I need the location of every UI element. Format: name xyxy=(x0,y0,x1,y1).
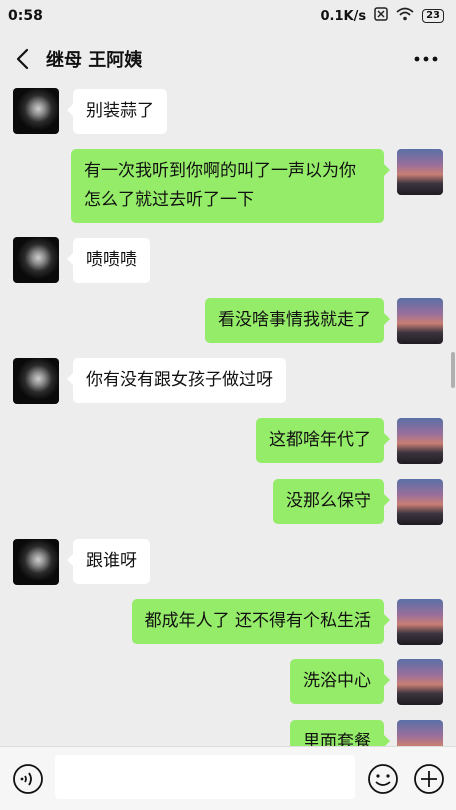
my-avatar[interactable] xyxy=(397,479,443,525)
my-avatar[interactable] xyxy=(397,418,443,464)
message-bubble-sent[interactable]: 里面套餐 xyxy=(290,720,390,746)
message-bubble-sent[interactable]: 看没啥事情我就走了 xyxy=(205,298,390,343)
my-avatar[interactable] xyxy=(397,298,443,344)
wifi-icon xyxy=(396,7,414,25)
contact-avatar[interactable] xyxy=(13,358,59,404)
message-bubble-sent[interactable]: 洗浴中心 xyxy=(290,659,390,704)
contact-avatar[interactable] xyxy=(13,237,59,283)
message-bubble-sent[interactable]: 这都啥年代了 xyxy=(256,418,390,463)
voice-icon xyxy=(13,764,43,794)
more-options-button[interactable] xyxy=(410,46,442,72)
input-bar xyxy=(0,746,456,810)
my-avatar[interactable] xyxy=(397,599,443,645)
message-bubble-sent[interactable]: 没那么保守 xyxy=(273,479,390,524)
no-sim-icon xyxy=(374,7,388,25)
my-avatar[interactable] xyxy=(397,149,443,195)
message-input[interactable] xyxy=(55,755,355,799)
scrollbar[interactable] xyxy=(451,352,455,388)
chevron-left-icon xyxy=(16,48,29,70)
status-time: 0:58 xyxy=(8,8,43,24)
more-dots-icon xyxy=(414,56,438,62)
message-bubble-sent[interactable]: 都成年人了 还不得有个私生活 xyxy=(131,599,391,644)
message-bubble-received[interactable]: 啧啧啧 xyxy=(67,238,150,283)
message-bubble-sent[interactable]: 有一次我听到你啊的叫了一声以为你怎么了就过去听了一下 xyxy=(71,149,390,223)
back-button[interactable] xyxy=(0,34,44,84)
contact-avatar[interactable] xyxy=(13,88,59,134)
message-bubble-received[interactable]: 跟谁呀 xyxy=(67,539,150,584)
contact-avatar[interactable] xyxy=(13,539,59,585)
more-functions-button[interactable] xyxy=(413,763,445,795)
my-avatar[interactable] xyxy=(397,720,443,746)
voice-input-button[interactable] xyxy=(12,763,44,795)
emoji-icon xyxy=(368,764,398,794)
chat-header: 继母 王阿姨 xyxy=(0,34,456,84)
status-bar: 0:58 0.1K/s 23 xyxy=(0,0,456,32)
message-bubble-received[interactable]: 别装蒜了 xyxy=(67,89,167,134)
status-indicators: 0.1K/s 23 xyxy=(320,7,444,25)
chat-title: 继母 王阿姨 xyxy=(46,50,143,71)
chat-message-list[interactable]: 别装蒜了 有一次我听到你啊的叫了一声以为你怎么了就过去听了一下 啧啧啧 看没啥事… xyxy=(0,84,456,746)
battery-icon: 23 xyxy=(422,9,444,23)
my-avatar[interactable] xyxy=(397,659,443,705)
emoji-button[interactable] xyxy=(367,763,399,795)
network-speed: 0.1K/s xyxy=(320,8,367,24)
message-bubble-received[interactable]: 你有没有跟女孩子做过呀 xyxy=(67,358,286,403)
plus-icon xyxy=(414,764,444,794)
